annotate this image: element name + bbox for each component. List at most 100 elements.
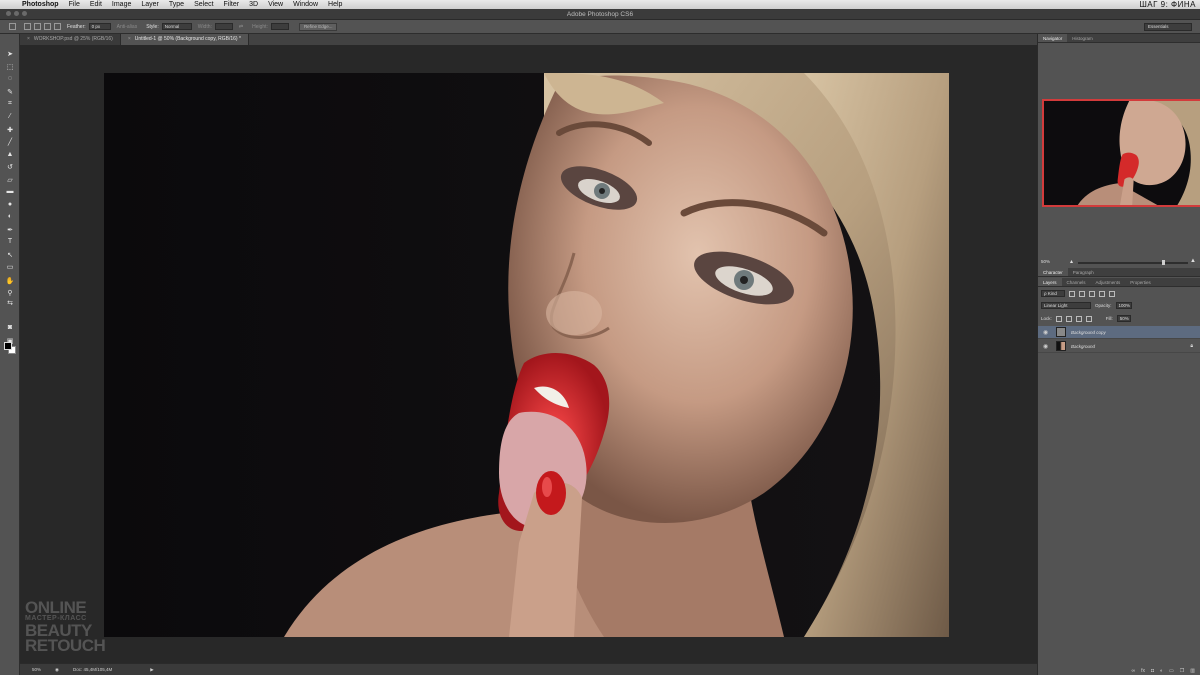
lock-all-icon[interactable] bbox=[1085, 315, 1092, 322]
zoom-slider-knob[interactable] bbox=[1162, 260, 1165, 265]
menu-type[interactable]: Type bbox=[169, 0, 184, 9]
lock-transparent-icon[interactable] bbox=[1055, 315, 1062, 322]
crop-tool-icon[interactable]: ⌗ bbox=[5, 99, 15, 108]
menu-layer[interactable]: Layer bbox=[141, 0, 159, 9]
menu-select[interactable]: Select bbox=[194, 0, 213, 9]
new-selection-icon[interactable] bbox=[24, 23, 31, 30]
move-tool-icon[interactable]: ➤ bbox=[5, 49, 15, 58]
blend-mode-select[interactable]: Linear Light bbox=[1041, 302, 1091, 309]
window-close-button[interactable] bbox=[6, 11, 11, 16]
lasso-tool-icon[interactable]: ◌ bbox=[5, 74, 15, 83]
navigator-view-box[interactable] bbox=[1042, 99, 1200, 207]
menu-image[interactable]: Image bbox=[112, 0, 131, 9]
tab-layers[interactable]: Layers bbox=[1038, 278, 1062, 286]
marquee-preset-icon[interactable] bbox=[9, 23, 16, 30]
close-icon[interactable]: × bbox=[128, 36, 131, 42]
link-layers-icon[interactable]: ∞ bbox=[1132, 668, 1136, 675]
menu-file[interactable]: File bbox=[69, 0, 80, 9]
tab-untitled[interactable]: × Untitled-1 @ 50% (Background copy, RGB/… bbox=[120, 34, 249, 45]
fill-input[interactable]: 50% bbox=[1116, 315, 1131, 322]
zoom-out-icon[interactable]: ▴ bbox=[1070, 258, 1073, 265]
type-tool-icon[interactable]: T bbox=[5, 237, 15, 246]
swap-dimensions-icon[interactable]: ⇄ bbox=[239, 24, 243, 30]
history-brush-tool-icon[interactable]: ↺ bbox=[5, 162, 15, 171]
menu-app-name[interactable]: Photoshop bbox=[22, 0, 59, 9]
add-selection-icon[interactable] bbox=[34, 23, 41, 30]
tab-adjustments[interactable]: Adjustments bbox=[1091, 278, 1126, 286]
eye-icon[interactable]: ◉ bbox=[1043, 343, 1052, 350]
navigator-zoom-input[interactable]: 50% bbox=[1041, 259, 1050, 264]
window-zoom-button[interactable] bbox=[22, 11, 27, 16]
window-minimize-button[interactable] bbox=[14, 11, 19, 16]
quick-select-tool-icon[interactable]: ✎ bbox=[5, 87, 15, 96]
opacity-input[interactable]: 100% bbox=[1115, 302, 1132, 309]
menu-3d[interactable]: 3D bbox=[249, 0, 258, 9]
layer-style-icon[interactable]: fx bbox=[1141, 668, 1145, 675]
quick-mask-icon[interactable]: ◙ bbox=[5, 323, 15, 332]
height-input[interactable] bbox=[270, 23, 289, 30]
close-icon[interactable]: × bbox=[27, 36, 30, 42]
healing-brush-tool-icon[interactable]: ✚ bbox=[5, 125, 15, 134]
menu-filter[interactable]: Filter bbox=[224, 0, 240, 9]
tab-character[interactable]: Character bbox=[1038, 268, 1068, 276]
menu-edit[interactable]: Edit bbox=[90, 0, 102, 9]
style-select[interactable]: Normal bbox=[161, 23, 192, 30]
layer-row-background-copy[interactable]: ◉ Background copy bbox=[1038, 326, 1200, 339]
filter-type-icon[interactable] bbox=[1089, 290, 1095, 297]
tab-channels[interactable]: Channels bbox=[1062, 278, 1091, 286]
new-layer-icon[interactable]: ❐ bbox=[1180, 668, 1184, 675]
path-selection-tool-icon[interactable]: ↖ bbox=[5, 250, 15, 259]
zoom-tool-icon[interactable]: ⚲ bbox=[5, 288, 15, 297]
workspace-switcher[interactable]: Essentials bbox=[1144, 23, 1192, 31]
document-workarea bbox=[20, 45, 1037, 663]
intersect-selection-icon[interactable] bbox=[54, 23, 61, 30]
status-icon[interactable]: ◉ bbox=[55, 667, 59, 673]
status-zoom[interactable]: 50% bbox=[32, 667, 41, 672]
menu-view[interactable]: View bbox=[268, 0, 283, 9]
status-bar: 50% ◉ Doc: 45,4M/105,4M ▶ bbox=[20, 663, 1037, 675]
shape-tool-icon[interactable]: ▭ bbox=[5, 262, 15, 271]
navigator-zoom-slider[interactable] bbox=[1078, 260, 1188, 265]
brush-tool-icon[interactable]: ╱ bbox=[5, 137, 15, 146]
filter-smart-object-icon[interactable] bbox=[1109, 290, 1115, 297]
feather-input[interactable]: 0 px bbox=[88, 23, 111, 30]
menu-help[interactable]: Help bbox=[328, 0, 342, 9]
tab-properties[interactable]: Properties bbox=[1125, 278, 1156, 286]
eyedropper-tool-icon[interactable]: ⁄ bbox=[5, 112, 15, 121]
delete-layer-icon[interactable]: ▥ bbox=[1190, 668, 1195, 675]
lock-image-icon[interactable] bbox=[1065, 315, 1072, 322]
filter-shape-icon[interactable] bbox=[1099, 290, 1105, 297]
anti-alias-checkbox[interactable]: Anti-alias bbox=[117, 24, 138, 30]
layer-row-background[interactable]: ◉ Background 🔒︎ bbox=[1038, 340, 1200, 353]
blur-tool-icon[interactable]: ● bbox=[5, 200, 15, 209]
marquee-tool-icon[interactable]: ⬚ bbox=[5, 62, 15, 71]
clone-stamp-tool-icon[interactable]: ▲ bbox=[5, 150, 15, 159]
hand-tool-icon[interactable]: ✋ bbox=[5, 276, 15, 285]
foreground-color-swatch[interactable] bbox=[4, 342, 12, 350]
filter-adjustment-icon[interactable] bbox=[1079, 290, 1085, 297]
menu-window[interactable]: Window bbox=[293, 0, 318, 9]
width-input[interactable] bbox=[214, 23, 233, 30]
tab-histogram[interactable]: Histogram bbox=[1067, 34, 1098, 42]
document-canvas[interactable] bbox=[104, 73, 949, 637]
swap-colors-icon[interactable]: ⇆ bbox=[5, 298, 15, 307]
tab-navigator[interactable]: Navigator bbox=[1038, 34, 1068, 42]
refine-edge-button[interactable]: Refine Edge... bbox=[298, 22, 338, 31]
eraser-tool-icon[interactable]: ▱ bbox=[5, 175, 15, 184]
zoom-in-icon[interactable]: ▲ bbox=[1190, 258, 1196, 264]
add-mask-icon[interactable]: ◘ bbox=[1151, 668, 1154, 675]
dodge-tool-icon[interactable]: ◐ bbox=[5, 212, 15, 221]
eye-icon[interactable]: ◉ bbox=[1043, 329, 1052, 336]
filter-pixel-icon[interactable] bbox=[1069, 290, 1075, 297]
layer-filter-kind[interactable]: ρ Kind bbox=[1041, 290, 1065, 297]
subtract-selection-icon[interactable] bbox=[44, 23, 51, 30]
tab-workshop[interactable]: × WORKSHOP.psd @ 25% (RGB/16) bbox=[20, 34, 121, 45]
tab-paragraph[interactable]: Paragraph bbox=[1068, 268, 1099, 276]
pen-tool-icon[interactable]: ✒ bbox=[5, 225, 15, 234]
status-menu-arrow-icon[interactable]: ▶ bbox=[150, 667, 153, 673]
new-group-icon[interactable]: ▭ bbox=[1169, 668, 1174, 675]
new-adjustment-icon[interactable]: ◐ bbox=[1160, 668, 1163, 675]
gradient-tool-icon[interactable]: ▬ bbox=[5, 187, 15, 196]
lock-position-icon[interactable] bbox=[1075, 315, 1082, 322]
status-doc-size[interactable]: Doc: 45,4M/105,4M bbox=[73, 667, 112, 672]
